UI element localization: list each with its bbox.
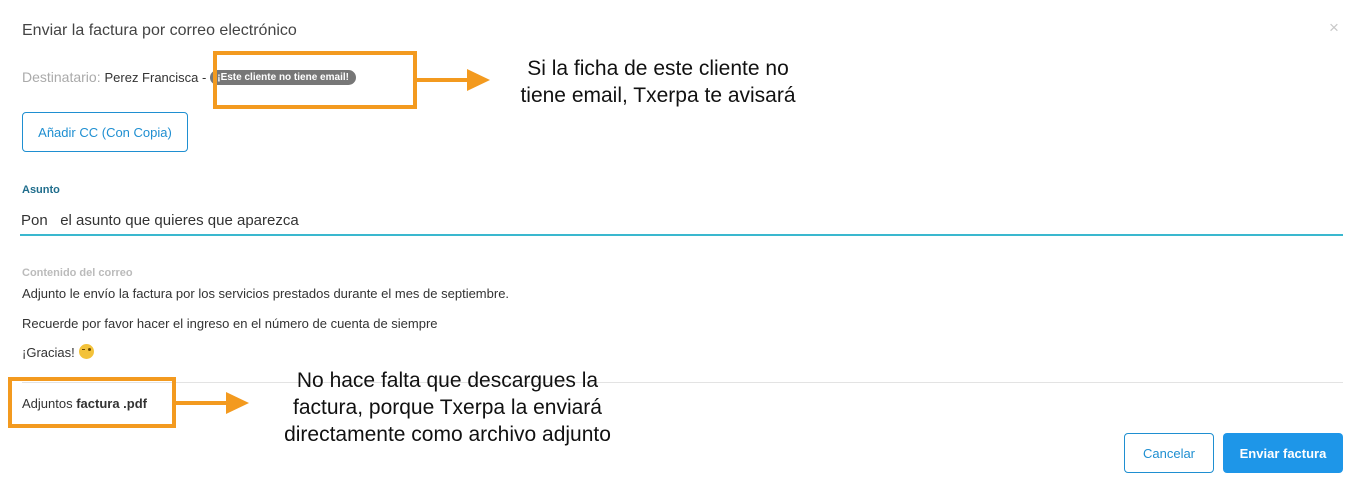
thanks-text: ¡Gracias! <box>22 345 75 360</box>
divider <box>22 382 1343 383</box>
content-line: Recuerde por favor hacer el ingreso en e… <box>22 316 438 331</box>
cancel-button[interactable]: Cancelar <box>1124 433 1214 473</box>
highlight-box-attachment <box>8 377 176 428</box>
content-line: Adjunto le envío la factura por los serv… <box>22 286 510 301</box>
recipient-label: Destinatario: <box>22 69 101 85</box>
content-line-thanks: ¡Gracias! <box>22 344 94 361</box>
annotation-line: No hace falta que descargues la <box>296 369 599 392</box>
close-icon[interactable]: × <box>1329 18 1339 38</box>
annotation-line: Si la ficha de este cliente no <box>527 57 789 80</box>
subject-input[interactable] <box>20 206 1343 236</box>
highlight-box-badge <box>213 51 417 109</box>
annotation-line: factura, porque Txerpa la enviará <box>293 396 602 419</box>
arrow-right-icon <box>417 69 490 91</box>
annotation-badge-note: Si la ficha de este cliente no tiene ema… <box>488 55 828 109</box>
recipient-name: Perez Francisca - <box>104 70 207 85</box>
dialog-title: Enviar la factura por correo electrónico <box>22 22 297 39</box>
annotation-attachment-note: No hace falta que descargues la factura,… <box>240 367 655 448</box>
annotation-line: tiene email, Txerpa te avisará <box>520 84 796 107</box>
subject-label: Asunto <box>22 184 60 196</box>
winking-face-icon <box>78 344 94 360</box>
arrow-right-icon <box>176 392 249 414</box>
send-invoice-button[interactable]: Enviar factura <box>1223 433 1343 473</box>
annotation-line: directamente como archivo adjunto <box>284 423 611 446</box>
add-cc-button[interactable]: Añadir CC (Con Copia) <box>22 112 188 152</box>
content-label: Contenido del correo <box>22 267 133 279</box>
